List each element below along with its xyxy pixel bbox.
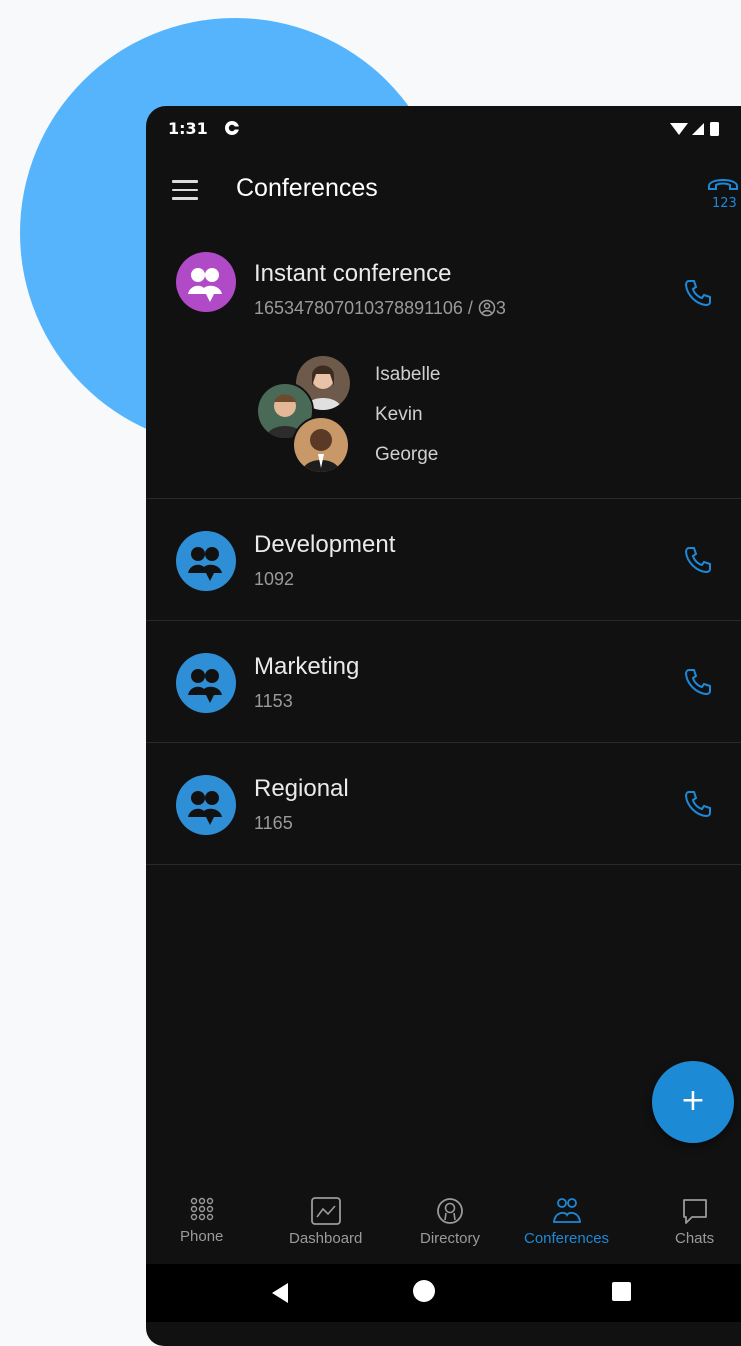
participant-name: Isabelle xyxy=(375,364,441,385)
conference-number: 1153 xyxy=(254,691,293,711)
conference-item-marketing[interactable]: Marketing 1153 xyxy=(146,621,741,743)
battery-icon xyxy=(710,122,719,136)
nav-label: Dashboard xyxy=(289,1230,363,1247)
nav-item-directory[interactable]: Directory xyxy=(420,1196,480,1247)
conference-item-regional[interactable]: Regional 1165 xyxy=(146,743,741,865)
participant-name: Kevin xyxy=(375,404,423,425)
svg-text:123: 123 xyxy=(712,196,737,210)
status-bar: 1:31 xyxy=(146,106,741,152)
bottom-nav: Phone Dashboard Directory Conferences Ch… xyxy=(146,1188,741,1264)
conference-name: Marketing xyxy=(254,653,360,680)
avatar xyxy=(292,416,350,474)
conference-icon xyxy=(176,653,236,713)
conference-name: Instant conference xyxy=(254,260,452,287)
conference-item-instant[interactable]: Instant conference 16534780701037889​110… xyxy=(146,228,741,499)
nav-item-dashboard[interactable]: Dashboard xyxy=(289,1196,362,1247)
conference-name: Regional xyxy=(254,775,349,802)
conference-name: Development xyxy=(254,531,396,558)
home-icon[interactable] xyxy=(413,1280,435,1302)
conference-number: 16534780701037889​1106 / 3 xyxy=(254,298,506,318)
call-button[interactable] xyxy=(681,276,715,310)
wifi-icon xyxy=(670,123,688,135)
system-icons xyxy=(668,119,738,144)
call-button[interactable] xyxy=(681,543,715,577)
nav-item-conferences[interactable]: Conferences xyxy=(524,1196,609,1247)
menu-icon[interactable] xyxy=(172,180,198,200)
google-icon xyxy=(224,120,240,141)
conference-icon xyxy=(176,531,236,591)
chart-icon xyxy=(310,1197,341,1225)
nav-item-phone[interactable]: Phone xyxy=(180,1196,223,1245)
participant-names: Isabelle Kevin George xyxy=(375,364,441,484)
dialpad-call-icon[interactable]: 123 xyxy=(706,174,740,214)
conference-number: 1092 xyxy=(254,569,295,589)
conference-icon xyxy=(176,775,236,835)
directory-icon xyxy=(437,1198,463,1224)
participant-avatars xyxy=(256,354,356,474)
dialpad-icon xyxy=(190,1197,213,1221)
recents-icon[interactable] xyxy=(612,1282,631,1301)
conference-number: 1165 xyxy=(254,813,293,833)
system-nav-bar xyxy=(146,1264,741,1322)
add-conference-button[interactable]: + xyxy=(652,1061,734,1143)
participant-count: 3 xyxy=(495,298,506,318)
participant-name: George xyxy=(375,444,439,465)
back-icon[interactable] xyxy=(270,1282,290,1304)
chat-icon xyxy=(682,1199,707,1224)
nav-label: Phone xyxy=(180,1228,224,1245)
call-button[interactable] xyxy=(681,665,715,699)
signal-icon xyxy=(692,123,704,135)
conference-icon xyxy=(176,252,236,312)
conference-icon xyxy=(552,1198,581,1223)
nav-label: Conferences xyxy=(524,1230,610,1247)
participant-count-icon xyxy=(478,298,496,318)
page-title: Conferences xyxy=(236,174,378,202)
phone-screen: 1:31 Conferences 123 Instant conference … xyxy=(146,106,741,1346)
app-bar: Conferences 123 xyxy=(146,152,741,228)
conference-item-development[interactable]: Development 1092 xyxy=(146,499,741,621)
nav-item-chats[interactable]: Chats xyxy=(675,1196,714,1247)
nav-label: Chats xyxy=(675,1230,715,1247)
status-time: 1:31 xyxy=(168,119,208,138)
nav-label: Directory xyxy=(420,1230,481,1247)
call-button[interactable] xyxy=(681,787,715,821)
conference-list: Instant conference 16534780701037889​110… xyxy=(146,228,741,865)
